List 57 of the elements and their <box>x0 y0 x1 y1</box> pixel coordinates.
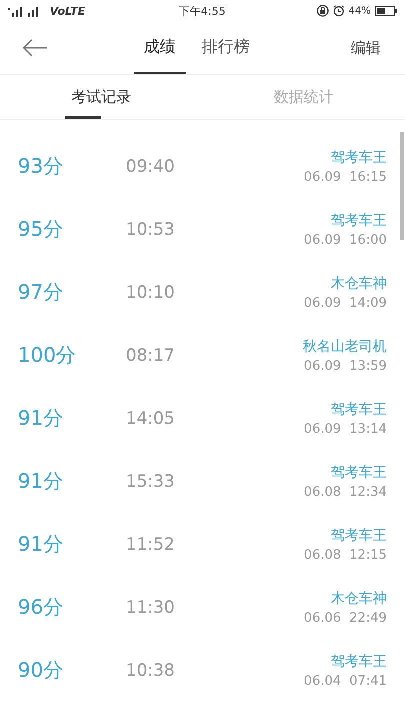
record-row[interactable]: 90分 10:38 驾考车王 06.04 07:41 <box>0 639 405 702</box>
rank-title: 驾考车王 <box>331 526 387 544</box>
date-text: 06.08 12:34 <box>304 484 387 500</box>
date-text: 06.09 13:59 <box>304 358 387 374</box>
duration-text: 09:40 <box>126 156 175 176</box>
rank-title: 驾考车王 <box>331 148 387 166</box>
battery-percent: 44% <box>348 6 371 16</box>
rank-title: 驾考车王 <box>331 400 387 418</box>
date-text: 06.09 13:14 <box>304 422 387 436</box>
score-text: 93分 <box>18 153 64 180</box>
network-label: VoLTE <box>50 4 86 18</box>
duration-text: 10:38 <box>126 660 175 680</box>
date-text: 06.09 14:09 <box>304 296 387 310</box>
date-text: 06.09 16:15 <box>304 170 387 184</box>
record-row[interactable]: 100分 08:17 秋名山老司机 06.09 13:59 <box>0 324 405 387</box>
rank-title: 驾考车王 <box>331 652 387 670</box>
rank-title: 驾考车王 <box>331 212 387 230</box>
record-row[interactable]: 91分 14:05 驾考车王 06.09 13:14 <box>0 387 405 450</box>
duration-text: 10:53 <box>126 220 175 240</box>
alarm-icon <box>332 5 345 17</box>
score-text: 100分 <box>18 342 78 369</box>
record-row[interactable]: 97分 10:10 木仓车神 06.09 14:09 <box>0 261 405 324</box>
subtab[interactable]: 数据统计 <box>202 75 405 119</box>
back-icon[interactable] <box>22 39 48 57</box>
duration-text: 15:33 <box>126 472 175 492</box>
score-text: 95分 <box>18 216 64 243</box>
battery-icon <box>374 6 397 16</box>
duration-text: 08:17 <box>126 346 175 366</box>
duration-text: 11:30 <box>126 598 175 618</box>
record-row[interactable]: 95分 10:53 驾考车王 06.09 16:00 <box>0 198 405 261</box>
header-tab[interactable]: 成绩 <box>134 22 186 74</box>
rank-title: 秋名山老司机 <box>303 338 387 356</box>
record-row[interactable]: 91分 15:33 驾考车王 06.08 12:34 <box>0 450 405 513</box>
header-tab[interactable]: 排行榜 <box>192 22 260 74</box>
rank-title: 木仓车神 <box>331 590 387 608</box>
duration-text: 11:52 <box>126 534 175 554</box>
rank-title: 驾考车王 <box>331 464 387 482</box>
lock-icon <box>316 5 329 17</box>
date-text: 06.06 22:49 <box>304 610 387 626</box>
date-text: 06.08 12:15 <box>304 548 387 562</box>
score-text: 91分 <box>18 405 64 432</box>
rank-title: 木仓车神 <box>331 274 387 292</box>
duration-text: 10:10 <box>126 282 175 302</box>
record-row[interactable]: 93分 09:40 驾考车王 06.09 16:15 <box>0 135 405 198</box>
record-row[interactable]: 91分 11:52 驾考车王 06.08 12:15 <box>0 513 405 576</box>
score-text: 96分 <box>18 594 64 621</box>
subtab[interactable]: 考试记录 <box>0 75 202 119</box>
score-text: 91分 <box>18 468 64 495</box>
edit-button[interactable]: 编辑 <box>345 38 387 58</box>
date-text: 06.09 16:00 <box>304 232 387 248</box>
duration-text: 14:05 <box>126 408 175 428</box>
score-text: 90分 <box>18 657 64 684</box>
date-text: 06.04 07:41 <box>304 674 387 688</box>
score-text: 97分 <box>18 279 64 306</box>
status-time: 下午4:55 <box>179 4 226 18</box>
record-row[interactable]: 96分 11:30 木仓车神 06.06 22:49 <box>0 576 405 639</box>
score-text: 91分 <box>18 531 64 558</box>
